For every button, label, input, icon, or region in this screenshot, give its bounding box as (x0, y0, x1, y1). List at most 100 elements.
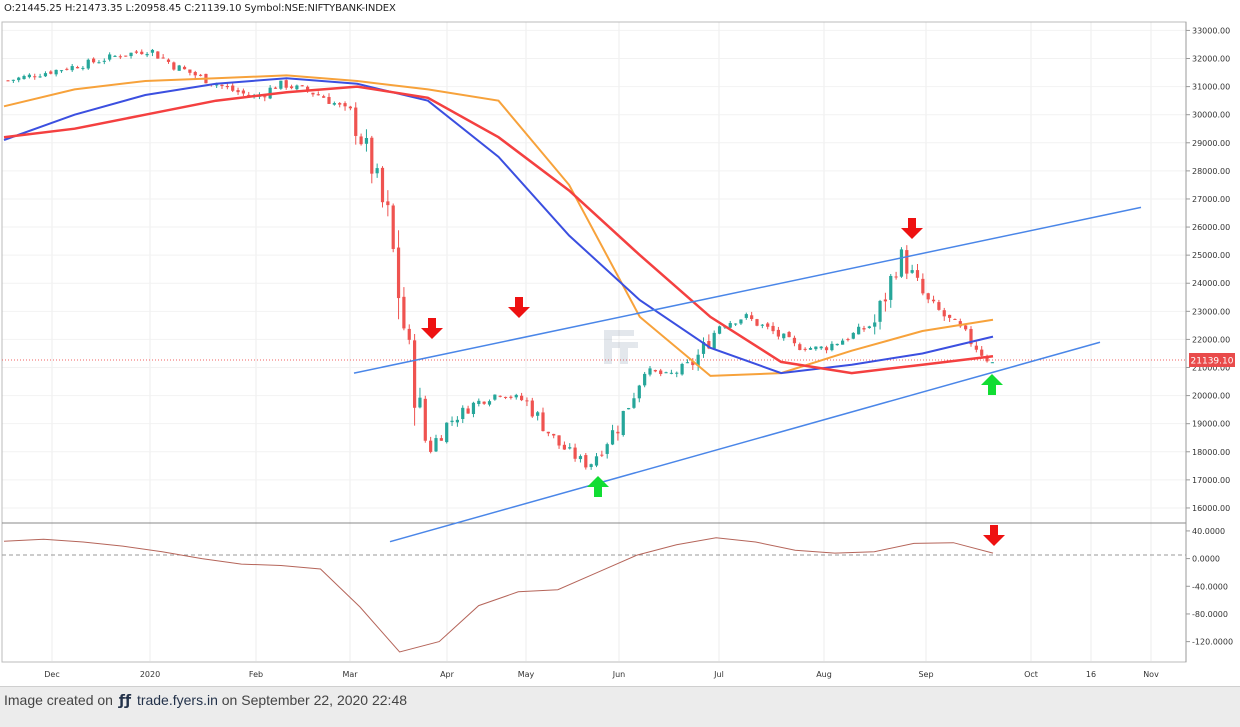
price-tick-label: 18000.00 (1192, 448, 1230, 457)
candle-body (824, 347, 829, 351)
candle-body (482, 401, 486, 404)
candle-body (118, 56, 122, 58)
candle-body (493, 394, 497, 400)
candle-body (878, 300, 882, 322)
price-tick-label: 28000.00 (1192, 167, 1230, 176)
candle-body (273, 87, 278, 89)
candle-body (477, 400, 481, 404)
candle-body (557, 435, 561, 446)
candle-body (220, 84, 224, 86)
candle-body (172, 62, 176, 70)
candle-body (584, 455, 588, 468)
candle-body (59, 70, 64, 72)
candle-body (990, 362, 994, 364)
candle-body (289, 86, 294, 89)
candle-body (675, 372, 679, 374)
candle-body (948, 314, 952, 318)
candle-body (6, 80, 10, 82)
candle-body (910, 270, 914, 273)
candle-body (402, 296, 406, 329)
candle-body (338, 103, 342, 105)
candle-body (134, 51, 138, 53)
candle-body (445, 422, 449, 443)
candle-body (49, 71, 53, 74)
candle-body (562, 444, 566, 450)
price-tick-label: 31000.00 (1192, 83, 1230, 92)
candle-body (750, 315, 754, 320)
candle-body (311, 92, 315, 95)
candle-body (263, 96, 267, 98)
candle-body (766, 323, 770, 327)
candle-body (413, 340, 417, 408)
candle-body (471, 402, 476, 415)
candle-body (835, 343, 839, 346)
candle-body (327, 96, 331, 104)
candle-body (632, 398, 636, 408)
candle-body (439, 438, 443, 441)
candle-body (418, 397, 422, 408)
ohlc-readout: O:21445.25 H:21473.35 L:20958.45 C:21139… (4, 3, 396, 14)
price-tick-label: 26000.00 (1192, 223, 1230, 232)
candle-body (659, 370, 663, 375)
candle-body (616, 431, 620, 434)
candle-body (11, 79, 15, 81)
oscillator-tick-label: -80.0000 (1192, 610, 1228, 619)
x-tick-label: Apr (440, 670, 455, 679)
candle-body (578, 456, 583, 460)
candle-body (97, 62, 101, 64)
candle-body (429, 440, 433, 452)
candle-body (509, 396, 513, 398)
x-tick-label: May (518, 670, 535, 679)
oscillator-tick-label: -40.0000 (1192, 582, 1228, 591)
candle-body (343, 103, 347, 107)
candle-body (573, 447, 577, 459)
candle-body (182, 66, 187, 70)
candle-body (161, 57, 165, 59)
candle-body (787, 332, 791, 338)
candle-body (974, 345, 978, 350)
candle-body (322, 96, 326, 98)
price-tick-label: 19000.00 (1192, 420, 1230, 429)
price-tick-label: 17000.00 (1192, 476, 1230, 485)
candle-body (503, 396, 508, 398)
footer: Image created on ƒƒ trade.fyers.in on Se… (4, 688, 407, 712)
candle-body (525, 400, 529, 402)
chart-frame: 33000.00 32000.00 31000.00 30000.00 29000.00… (0, 0, 1240, 687)
last-price-label: 21139.10 (1189, 353, 1235, 367)
candle-body (380, 167, 385, 203)
candle-body (568, 447, 572, 449)
candle-body (873, 322, 877, 327)
candle-body (915, 270, 920, 278)
candle-body (669, 372, 673, 374)
candle-body (712, 332, 716, 349)
candle-body (776, 329, 780, 337)
candle-body (113, 55, 117, 57)
candle-body (386, 201, 390, 206)
candle-body (27, 74, 31, 78)
price-tick-label: 33000.00 (1192, 26, 1230, 35)
candle-body (536, 412, 540, 416)
candle-body (937, 302, 941, 310)
price-tick-label: 29000.00 (1192, 139, 1230, 148)
candle-body (734, 323, 738, 325)
candle-body (354, 107, 358, 136)
candle-body (589, 464, 593, 467)
x-tick-label: Nov (1143, 670, 1159, 679)
candle-body (75, 66, 80, 69)
chart-canvas[interactable]: 33000.00 32000.00 31000.00 30000.00 29000.00… (0, 0, 1240, 686)
candle-body (803, 348, 807, 350)
candle-body (316, 94, 320, 96)
x-tick-label: 16 (1086, 670, 1096, 679)
candle-body (188, 69, 192, 73)
footer-brand-link[interactable]: trade.fyers.in (137, 692, 218, 708)
price-tick-label: 24000.00 (1192, 279, 1230, 288)
candle-body (728, 323, 732, 328)
candle-body (637, 385, 641, 399)
candle-body (300, 85, 304, 87)
candle-body (546, 431, 550, 434)
candle-body (685, 362, 690, 364)
candle-body (808, 347, 813, 350)
candle-body (498, 395, 502, 397)
candle-body (899, 249, 904, 277)
price-tick-label: 27000.00 (1192, 195, 1230, 204)
